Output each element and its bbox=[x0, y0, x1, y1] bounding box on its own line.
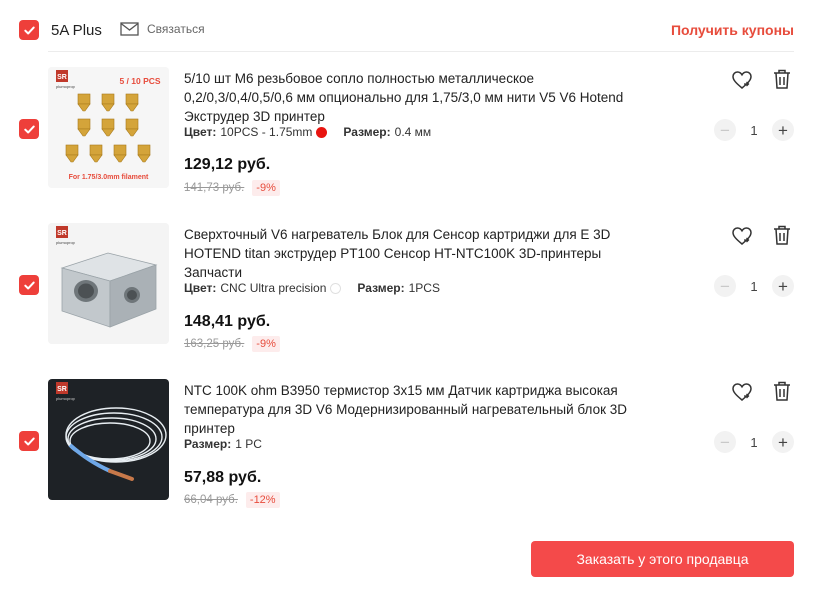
color-swatch bbox=[330, 282, 342, 294]
quantity-stepper: − 1 + bbox=[714, 275, 794, 297]
header-divider bbox=[48, 51, 794, 52]
minus-icon: − bbox=[720, 276, 730, 296]
old-price-row: 163,25 руб. -9% bbox=[184, 336, 280, 352]
color-value: CNC Ultra precision bbox=[220, 281, 327, 295]
product-price: 148,41 руб. bbox=[184, 313, 271, 330]
size-label: Размер: bbox=[357, 281, 405, 295]
product-price: 57,88 руб. bbox=[184, 469, 262, 486]
cart-item: SR plumoprop NTC 100K ohm B3950 термисто… bbox=[0, 379, 820, 519]
brand-logo-text: SR bbox=[57, 230, 67, 237]
color-label: Цвет: bbox=[184, 125, 217, 139]
product-title[interactable]: 5/10 шт M6 резьбовое сопло полностью мет… bbox=[184, 69, 646, 126]
order-from-seller-button[interactable]: Заказать у этого продавца bbox=[531, 541, 794, 577]
increase-quantity-button[interactable]: + bbox=[772, 431, 794, 453]
brand-name-text: plumoprop bbox=[56, 84, 76, 89]
add-to-favorites-heart-icon[interactable] bbox=[731, 225, 753, 247]
old-price-row: 66,04 руб. -12% bbox=[184, 492, 280, 508]
brand-name-text: plumoprop bbox=[56, 240, 76, 245]
old-price-row: 141,73 руб. -9% bbox=[184, 180, 280, 196]
product-title[interactable]: NTC 100K ohm B3950 термистор 3x15 мм Дат… bbox=[184, 381, 646, 438]
color-value: 10PCS - 1.75mm bbox=[220, 125, 313, 139]
old-price: 66,04 руб. bbox=[184, 494, 238, 506]
size-value: 0.4 мм bbox=[394, 125, 432, 139]
product-props[interactable]: Размер: 1 PC bbox=[184, 437, 262, 451]
select-item-checkbox[interactable] bbox=[19, 431, 39, 451]
store-name[interactable]: 5A Plus bbox=[51, 22, 102, 39]
select-item-checkbox[interactable] bbox=[19, 119, 39, 139]
minus-icon: − bbox=[720, 432, 730, 452]
brand-name-text: plumoprop bbox=[56, 396, 76, 401]
select-item-checkbox[interactable] bbox=[19, 275, 39, 295]
quantity-stepper: − 1 + bbox=[714, 431, 794, 453]
decrease-quantity-button[interactable]: − bbox=[714, 431, 736, 453]
image-caption-text: For 1.75/3.0mm filament bbox=[69, 174, 149, 181]
mail-icon bbox=[120, 22, 139, 36]
decrease-quantity-button[interactable]: − bbox=[714, 119, 736, 141]
cart-item: SR plumoprop Сверхточный V6 нагреватель … bbox=[0, 223, 820, 363]
checkmark-icon bbox=[23, 26, 35, 34]
checkmark-icon bbox=[23, 125, 35, 133]
discount-badge: -9% bbox=[252, 180, 280, 196]
product-image[interactable]: SR plumoprop bbox=[48, 379, 169, 500]
product-props[interactable]: Цвет: CNC Ultra precision Размер: 1PCS bbox=[184, 281, 440, 295]
size-label: Размер: bbox=[184, 437, 232, 451]
cart-item: SR plumoprop 5 / 10 PCS For 1.75/3.0mm f… bbox=[0, 67, 820, 207]
quantity-value[interactable]: 1 bbox=[736, 435, 772, 450]
size-value: 1 PC bbox=[235, 437, 262, 451]
color-label: Цвет: bbox=[184, 281, 217, 295]
discount-badge: -12% bbox=[245, 492, 280, 508]
checkmark-icon bbox=[23, 437, 35, 445]
product-image[interactable]: SR plumoprop bbox=[48, 223, 169, 344]
minus-icon: − bbox=[720, 120, 730, 140]
delete-trash-icon[interactable] bbox=[771, 68, 793, 90]
select-store-checkbox[interactable] bbox=[19, 20, 39, 40]
store-header: 5A Plus Связаться Получить купоны bbox=[0, 0, 820, 52]
heater-block-image: SR plumoprop bbox=[48, 223, 169, 344]
plus-icon: + bbox=[778, 276, 788, 296]
delete-trash-icon[interactable] bbox=[771, 380, 793, 402]
delete-trash-icon[interactable] bbox=[771, 224, 793, 246]
thermistor-image: SR plumoprop bbox=[48, 379, 169, 500]
decrease-quantity-button[interactable]: − bbox=[714, 275, 736, 297]
brand-logo-text: SR bbox=[57, 74, 67, 81]
product-title[interactable]: Сверхточный V6 нагреватель Блок для Сенс… bbox=[184, 225, 646, 282]
size-value: 1PCS bbox=[408, 281, 440, 295]
contact-seller-link[interactable]: Связаться bbox=[120, 22, 205, 36]
get-coupons-link[interactable]: Получить купоны bbox=[671, 22, 794, 38]
nozzles-image: SR plumoprop 5 / 10 PCS For 1.75/3.0mm f… bbox=[48, 67, 169, 188]
increase-quantity-button[interactable]: + bbox=[772, 119, 794, 141]
quantity-value[interactable]: 1 bbox=[736, 279, 772, 294]
increase-quantity-button[interactable]: + bbox=[772, 275, 794, 297]
plus-icon: + bbox=[778, 120, 788, 140]
color-swatch bbox=[316, 126, 328, 138]
old-price: 141,73 руб. bbox=[184, 182, 245, 194]
size-label: Размер: bbox=[343, 125, 391, 139]
contact-label: Связаться bbox=[147, 22, 205, 36]
add-to-favorites-heart-icon[interactable] bbox=[731, 381, 753, 403]
discount-badge: -9% bbox=[252, 336, 280, 352]
brand-logo-text: SR bbox=[57, 386, 67, 393]
plus-icon: + bbox=[778, 432, 788, 452]
product-price: 129,12 руб. bbox=[184, 156, 271, 173]
quantity-value[interactable]: 1 bbox=[736, 123, 772, 138]
product-props[interactable]: Цвет: 10PCS - 1.75mm Размер: 0.4 мм bbox=[184, 125, 431, 139]
old-price: 163,25 руб. bbox=[184, 338, 245, 350]
image-badge-text: 5 / 10 PCS bbox=[119, 76, 160, 86]
quantity-stepper: − 1 + bbox=[714, 119, 794, 141]
product-image[interactable]: SR plumoprop 5 / 10 PCS For 1.75/3.0mm f… bbox=[48, 67, 169, 188]
add-to-favorites-heart-icon[interactable] bbox=[731, 69, 753, 91]
checkmark-icon bbox=[23, 281, 35, 289]
